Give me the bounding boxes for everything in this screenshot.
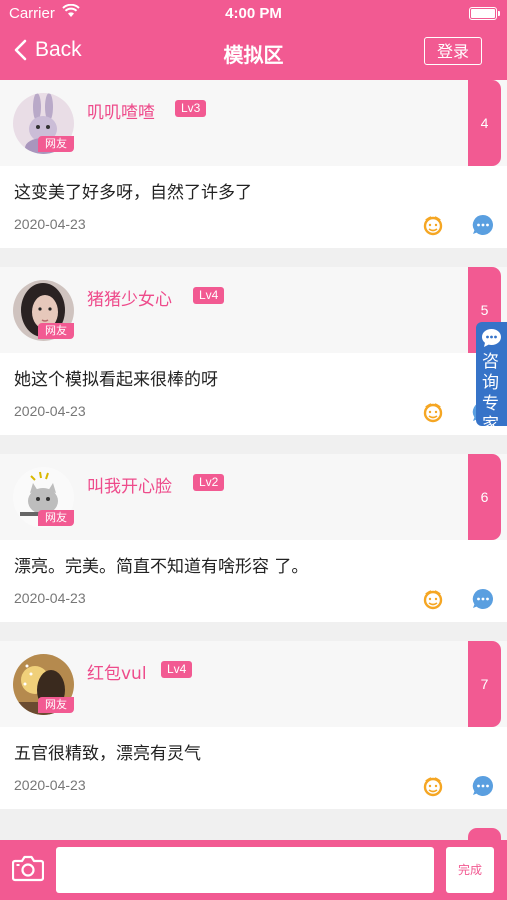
post-header: 网友 叽叽喳喳 Lv3 4 <box>0 80 507 166</box>
comment-bubble-icon[interactable] <box>472 214 494 236</box>
post-content: 她这个模拟看起来很棒的呀 <box>14 370 218 390</box>
login-button[interactable]: 登录 <box>424 37 482 65</box>
comment-bubble-icon[interactable] <box>472 775 494 797</box>
mascot-icon[interactable] <box>421 585 445 611</box>
level-badge: Lv3 <box>175 100 207 117</box>
username[interactable]: 叫我开心脸 <box>87 472 172 497</box>
next-card-edge <box>468 828 501 840</box>
user-type-tag: 网友 <box>38 697 74 713</box>
level-badge: Lv4 <box>193 287 225 304</box>
user-type-tag: 网友 <box>38 510 74 526</box>
post-card: 网友 叽叽喳喳 Lv3 4 这变美了好多呀，自然了许多了 2020-04-23 <box>0 80 507 248</box>
floor-number: 6 <box>468 454 501 540</box>
post-header: 网友 猪猪少女心 Lv4 5 <box>0 267 507 353</box>
post-content: 这变美了好多呀，自然了许多了 <box>14 183 252 203</box>
done-button[interactable]: 完成 <box>446 847 494 893</box>
post-card: 网友 猪猪少女心 Lv4 5 她这个模拟看起来很棒的呀 2020-04-23 <box>0 267 507 435</box>
mascot-icon[interactable] <box>421 398 445 424</box>
user-type-tag: 网友 <box>38 323 74 339</box>
status-bar: Carrier 4:00 PM <box>0 0 507 26</box>
mascot-icon[interactable] <box>421 211 445 237</box>
chat-icon <box>482 329 501 347</box>
comment-composer: 完成 <box>0 840 507 900</box>
username[interactable]: 叽叽喳喳 <box>87 98 155 123</box>
username[interactable]: 红包vul <box>87 659 147 684</box>
nav-bar: Back 模拟区 登录 <box>0 26 507 80</box>
post-header: 网友 叫我开心脸 Lv2 6 <box>0 454 507 540</box>
post-card: 网友 叫我开心脸 Lv2 6 漂亮。完美。简直不知道有啥形容 了。 2020-04-23 <box>0 454 507 622</box>
post-date: 2020-04-23 <box>14 216 86 232</box>
clock: 4:00 PM <box>225 5 282 22</box>
post-header: 网友 红包vul Lv4 7 <box>0 641 507 727</box>
camera-icon[interactable] <box>12 855 44 882</box>
username[interactable]: 猪猪少女心 <box>87 285 172 310</box>
mascot-icon[interactable] <box>421 772 445 798</box>
post-card: 网友 红包vul Lv4 7 五官很精致，漂亮有灵气 2020-04-23 <box>0 641 507 809</box>
level-badge: Lv4 <box>161 661 193 678</box>
comment-bubble-icon[interactable] <box>472 588 494 610</box>
floor-number: 4 <box>468 80 501 166</box>
post-date: 2020-04-23 <box>14 403 86 419</box>
battery-icon <box>469 7 500 20</box>
consult-expert-button[interactable]: 咨询专家 <box>476 322 507 435</box>
user-type-tag: 网友 <box>38 136 74 152</box>
post-content: 五官很精致，漂亮有灵气 <box>14 744 201 764</box>
level-badge: Lv2 <box>193 474 225 491</box>
post-date: 2020-04-23 <box>14 590 86 606</box>
consult-label: 咨询专家 <box>482 352 499 435</box>
post-content: 漂亮。完美。简直不知道有啥形容 了。 <box>14 557 309 577</box>
post-date: 2020-04-23 <box>14 777 86 793</box>
floor-number: 7 <box>468 641 501 727</box>
comment-input[interactable] <box>56 847 434 893</box>
